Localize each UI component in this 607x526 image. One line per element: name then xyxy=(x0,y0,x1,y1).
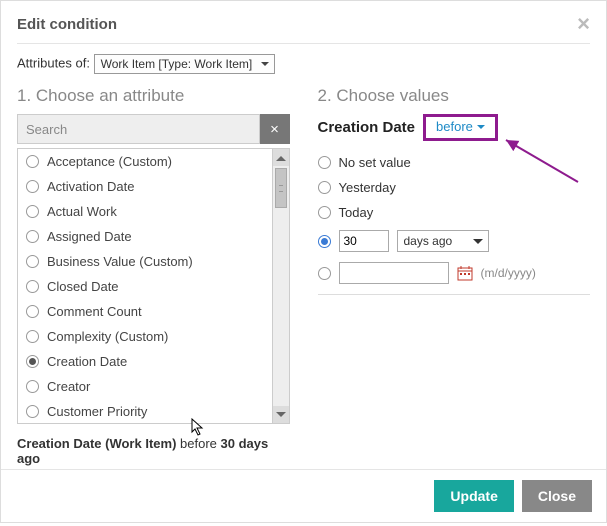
scrollbar[interactable] xyxy=(272,149,289,423)
close-icon[interactable]: × xyxy=(577,13,590,35)
close-button[interactable]: Close xyxy=(522,480,592,512)
relative-number-input[interactable] xyxy=(339,230,389,252)
choose-attribute-title: 1. Choose an attribute xyxy=(17,86,290,106)
operator-label: before xyxy=(436,119,473,134)
list-item[interactable]: Activation Date xyxy=(18,174,289,199)
option-label: No set value xyxy=(339,155,411,170)
list-item-label: Creator xyxy=(47,379,90,394)
option-label: Yesterday xyxy=(339,180,396,195)
list-item[interactable]: Complexity (Custom) xyxy=(18,324,289,349)
radio-icon[interactable] xyxy=(26,255,39,268)
radio-icon[interactable] xyxy=(26,330,39,343)
radio-icon[interactable] xyxy=(26,230,39,243)
list-item-label: Customer Priority xyxy=(47,404,147,419)
list-item-label: Comment Count xyxy=(47,304,142,319)
radio-icon[interactable] xyxy=(26,405,39,418)
radio-icon[interactable] xyxy=(318,181,331,194)
relative-unit-select[interactable]: days ago xyxy=(397,230,489,252)
list-item-label: Creation Date xyxy=(47,354,127,369)
operator-dropdown[interactable]: before xyxy=(436,119,485,134)
list-item-label: Closed Date xyxy=(47,279,119,294)
attributes-of-row: Attributes of: Work Item [Type: Work Ite… xyxy=(17,54,590,74)
radio-icon[interactable] xyxy=(26,305,39,318)
scroll-thumb[interactable] xyxy=(275,168,287,208)
radio-icon[interactable] xyxy=(318,206,331,219)
option-label: Today xyxy=(339,205,374,220)
dialog-footer: Update Close xyxy=(1,469,606,522)
list-item-label: Business Value (Custom) xyxy=(47,254,193,269)
attributes-of-value: Work Item [Type: Work Item] xyxy=(101,57,253,71)
list-item-label: Acceptance (Custom) xyxy=(47,154,172,169)
operator-highlight: before xyxy=(423,114,498,141)
summary-attr: Creation Date (Work Item) xyxy=(17,436,176,451)
search-input[interactable] xyxy=(17,114,260,144)
condition-summary: Creation Date (Work Item) before 30 days… xyxy=(17,436,290,466)
list-item[interactable]: Actual Work xyxy=(18,199,289,224)
radio-icon[interactable] xyxy=(318,156,331,169)
divider xyxy=(318,294,591,295)
search-clear-button[interactable]: × xyxy=(260,114,290,144)
value-header: Creation Date before xyxy=(318,114,591,141)
date-format-hint: (m/d/yyyy) xyxy=(481,266,536,280)
list-item[interactable]: Acceptance (Custom) xyxy=(18,149,289,174)
x-icon: × xyxy=(270,121,279,138)
unit-label: days ago xyxy=(404,234,453,248)
list-item-label: Actual Work xyxy=(47,204,117,219)
list-item-label: Complexity (Custom) xyxy=(47,329,168,344)
option-no-set[interactable]: No set value xyxy=(318,155,591,170)
radio-icon[interactable] xyxy=(26,280,39,293)
attribute-list-container: Acceptance (Custom) Activation Date Actual… xyxy=(17,148,290,424)
update-button[interactable]: Update xyxy=(434,480,513,512)
search-bar: × xyxy=(17,114,290,144)
radio-icon[interactable] xyxy=(26,205,39,218)
choose-attribute-column: 1. Choose an attribute × Acceptance (Cus… xyxy=(17,86,290,466)
attributes-of-select[interactable]: Work Item [Type: Work Item] xyxy=(94,54,276,74)
calendar-icon[interactable] xyxy=(457,265,473,281)
list-item[interactable]: Creator xyxy=(18,374,289,399)
radio-icon[interactable] xyxy=(318,267,331,280)
choose-values-title: 2. Choose values xyxy=(318,86,591,106)
radio-icon[interactable] xyxy=(26,180,39,193)
columns: 1. Choose an attribute × Acceptance (Cus… xyxy=(17,86,590,466)
date-input[interactable] xyxy=(339,262,449,284)
choose-values-column: 2. Choose values Creation Date before xyxy=(318,86,591,466)
list-item[interactable]: Closed Date xyxy=(18,274,289,299)
radio-icon[interactable] xyxy=(26,355,39,368)
option-yesterday[interactable]: Yesterday xyxy=(318,180,591,195)
attribute-list[interactable]: Acceptance (Custom) Activation Date Actual… xyxy=(18,149,289,423)
value-attr-name: Creation Date xyxy=(318,119,416,136)
list-item[interactable]: Customer Priority xyxy=(18,399,289,423)
summary-mid: before xyxy=(176,436,220,451)
scroll-up-icon[interactable] xyxy=(273,149,289,166)
caret-down-icon xyxy=(477,125,485,133)
option-specific-date[interactable]: (m/d/yyyy) xyxy=(318,262,591,284)
value-options: No set value Yesterday Today days ago xyxy=(318,155,591,295)
list-item[interactable]: Assigned Date xyxy=(18,224,289,249)
radio-icon[interactable] xyxy=(26,380,39,393)
list-item[interactable]: Comment Count xyxy=(18,299,289,324)
radio-icon[interactable] xyxy=(26,155,39,168)
dialog-header: Edit condition × xyxy=(17,13,590,44)
option-today[interactable]: Today xyxy=(318,205,591,220)
dialog-title: Edit condition xyxy=(17,16,117,33)
list-item-label: Activation Date xyxy=(47,179,134,194)
list-item[interactable]: Creation Date xyxy=(18,349,289,374)
scroll-down-icon[interactable] xyxy=(273,406,289,423)
option-relative[interactable]: days ago xyxy=(318,230,591,252)
list-item[interactable]: Business Value (Custom) xyxy=(18,249,289,274)
edit-condition-dialog: Edit condition × Attributes of: Work Ite… xyxy=(1,1,606,526)
list-item-label: Assigned Date xyxy=(47,229,132,244)
radio-icon[interactable] xyxy=(318,235,331,248)
attributes-of-label: Attributes of: xyxy=(17,55,90,70)
